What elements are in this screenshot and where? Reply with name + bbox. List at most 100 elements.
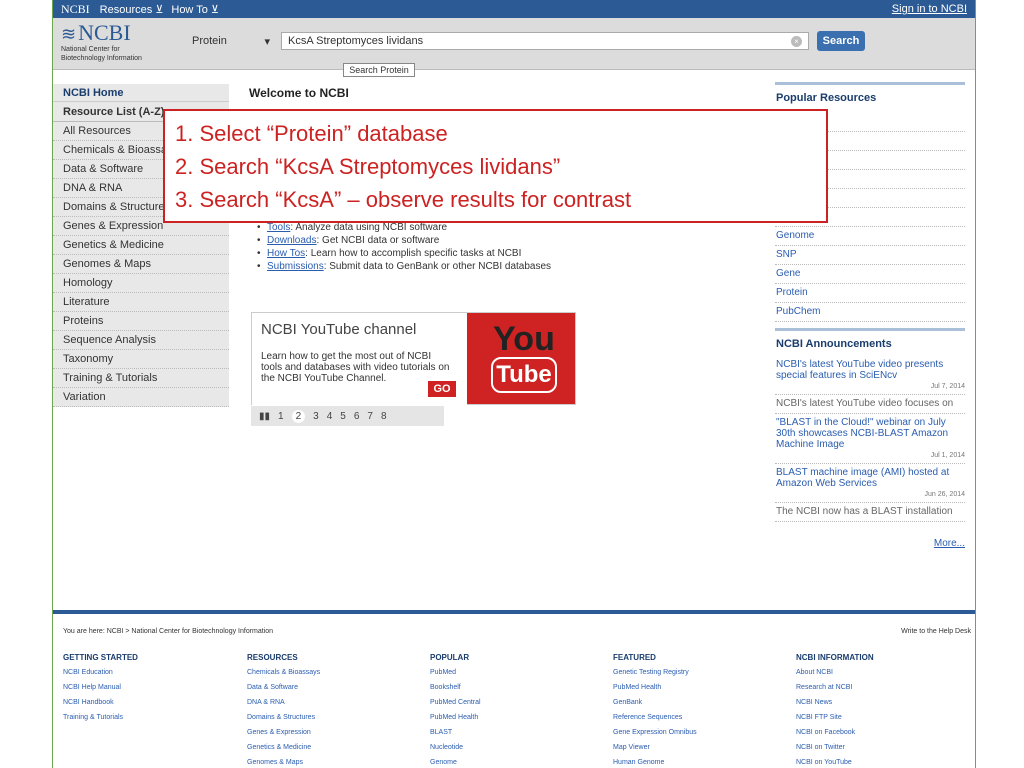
pager-page[interactable]: 3 [313,411,319,422]
announcement-link[interactable]: The NCBI now has a BLAST installation [775,506,965,517]
pager-page[interactable]: 6 [354,411,360,422]
footer-link[interactable]: Genomes & Maps [247,755,320,768]
footer-link[interactable]: NCBI Education [63,665,138,680]
announcement-date: Jul 7, 2014 [930,383,965,390]
footer-column: NCBI INFORMATION About NCBI Research at NC… [796,651,874,768]
sidebar-home[interactable]: NCBI Home [53,84,229,102]
footer-link[interactable]: Genome [430,755,481,768]
footer-link[interactable]: Nucleotide [430,740,481,755]
pager-page[interactable]: 4 [327,411,333,422]
footer: You are here: NCBI > National Center for… [53,610,975,768]
bullet-link[interactable]: Submissions [267,261,324,272]
footer-link[interactable]: Domains & Structures [247,710,320,725]
how-to-menu[interactable]: How To ⊻ [171,3,219,16]
footer-column-heading: RESOURCES [247,653,298,662]
bullet-item: Submissions: Submit data to GenBank or o… [257,261,551,272]
popular-item[interactable]: Genome [775,227,965,246]
popular-item[interactable]: PubChem [775,303,965,322]
sign-in-link[interactable]: Sign in to NCBI [892,3,967,15]
brand-subtitle-2: Biotechnology Information [61,55,142,62]
database-select[interactable]: Protein ▾ [186,32,276,50]
footer-link[interactable]: About NCBI [796,665,874,680]
search-button[interactable]: Search [817,31,865,51]
announcement-link[interactable]: "BLAST in the Cloud!" webinar on July 30… [775,417,965,450]
bullet-text: : Get NCBI data or software [316,235,440,246]
bullet-link[interactable]: Tools [267,222,290,233]
sidebar-item[interactable]: Taxonomy [53,350,229,369]
bullet-link[interactable]: How Tos [267,248,305,259]
footer-column: POPULAR PubMed Bookshelf PubMed Central PubM… [430,651,481,768]
clear-icon[interactable]: × [791,36,802,47]
pager-page[interactable]: 1 [278,411,284,422]
more-link[interactable]: More... [775,538,965,549]
footer-link[interactable]: GenBank [613,695,697,710]
sidebar-item[interactable]: Genomes & Maps [53,255,229,274]
footer-link[interactable]: NCBI Handbook [63,695,138,710]
help-desk-link[interactable]: Write to the Help Desk [901,628,971,635]
sidebar-item[interactable]: Sequence Analysis [53,331,229,350]
sidebar-item[interactable]: Variation [53,388,229,407]
footer-link[interactable]: Research at NCBI [796,680,874,695]
popular-item[interactable]: Gene [775,265,965,284]
footer-link[interactable]: Training & Tutorials [63,710,138,725]
footer-link[interactable]: Bookshelf [430,680,481,695]
announcement-link[interactable]: BLAST machine image (AMI) hosted at Amaz… [775,467,965,489]
footer-link[interactable]: BLAST [430,725,481,740]
footer-link[interactable]: Genes & Expression [247,725,320,740]
footer-link[interactable]: Human Genome [613,755,697,768]
sidebar-item[interactable]: Literature [53,293,229,312]
footer-column-heading: GETTING STARTED [63,653,138,662]
pager-page[interactable]: 2 [291,409,306,423]
popular-item[interactable]: SNP [775,246,965,265]
resources-menu[interactable]: Resources ⊻ [100,3,164,16]
pause-icon[interactable]: ▮▮ [259,411,270,422]
footer-link[interactable]: Reference Sequences [613,710,697,725]
youtube-panel: NCBI YouTube channel Learn how to get th… [252,313,467,406]
announcement-date: Jun 26, 2014 [924,491,965,498]
bullet-link[interactable]: Downloads [267,235,316,246]
footer-link[interactable]: Chemicals & Bioassays [247,665,320,680]
ncbi-logo-small[interactable]: NCBI [61,2,90,17]
footer-link[interactable]: Data & Software [247,680,320,695]
sidebar-item[interactable]: Proteins [53,312,229,331]
bullet-item: Downloads: Get NCBI data or software [257,235,551,246]
popular-resources-title: Popular Resources [776,92,877,104]
footer-column: GETTING STARTED NCBI Education NCBI Help M… [63,651,138,725]
sidebar-item[interactable]: Genetics & Medicine [53,236,229,255]
pager-page[interactable]: 5 [340,411,346,422]
youtube-title: NCBI YouTube channel [261,321,417,338]
ncbi-wave-icon: ≋ [61,24,77,44]
ncbi-brand[interactable]: ≋NCBI National Center for Biotechnology … [61,22,142,63]
instruction-callout: 1. Select “Protein” database 2. Search “K… [163,109,828,223]
footer-link[interactable]: DNA & RNA [247,695,320,710]
footer-link[interactable]: PubMed Central [430,695,481,710]
footer-link[interactable]: PubMed Health [613,680,697,695]
footer-link[interactable]: Gene Expression Omnibus [613,725,697,740]
search-input[interactable]: KcsA Streptomyces lividans × [281,32,809,50]
instruction-step: 2. Search “KcsA Streptomyces lividans” [175,154,561,179]
pager-page[interactable]: 7 [367,411,373,422]
youtube-promo[interactable]: NCBI YouTube channel Learn how to get th… [251,312,576,406]
footer-link[interactable]: Genetic Testing Registry [613,665,697,680]
footer-column-heading: FEATURED [613,653,656,662]
footer-link[interactable]: PubMed Health [430,710,481,725]
bullet-item: How Tos: Learn how to accomplish specifi… [257,248,551,259]
bullet-item: Tools: Analyze data using NCBI software [257,222,551,233]
footer-link[interactable]: Map Viewer [613,740,697,755]
footer-link[interactable]: NCBI News [796,695,874,710]
announcement-date: Jul 1, 2014 [930,452,965,459]
popular-item[interactable]: Protein [775,284,965,303]
sidebar-item[interactable]: Homology [53,274,229,293]
footer-link[interactable]: NCBI Help Manual [63,680,138,695]
footer-link[interactable]: Genetics & Medicine [247,740,320,755]
sidebar-item[interactable]: Training & Tutorials [53,369,229,388]
footer-link[interactable]: NCBI on Facebook [796,725,874,740]
footer-link[interactable]: PubMed [430,665,481,680]
footer-link[interactable]: NCBI on YouTube [796,755,874,768]
announcement-link[interactable]: NCBI's latest YouTube video presents spe… [775,359,965,381]
pager-page[interactable]: 8 [381,411,387,422]
footer-link[interactable]: NCBI on Twitter [796,740,874,755]
footer-link[interactable]: NCBI FTP Site [796,710,874,725]
go-button[interactable]: GO [428,381,456,397]
announcement-link[interactable]: NCBI's latest YouTube video focuses on [775,398,965,409]
